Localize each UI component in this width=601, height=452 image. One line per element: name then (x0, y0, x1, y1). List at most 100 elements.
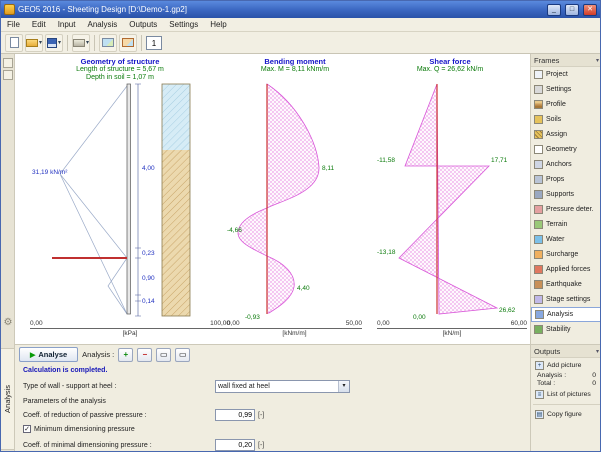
sidebar-item-earthquake[interactable]: Earthquake (531, 277, 601, 292)
sidebar-item-pressure-determination[interactable]: Pressure deter. (531, 202, 601, 217)
analysis-count-row: Analysis : 0 (537, 372, 596, 379)
new-file-button[interactable] (5, 34, 23, 52)
shear-chart-header: Shear force Max. Q = 26,62 kN/m (375, 57, 525, 74)
moment-neg-value: -4,66 (227, 227, 242, 234)
collapse-icon[interactable]: ▾ (596, 348, 599, 355)
dim-014-label: 0,14 (142, 298, 155, 305)
sidebar-item-geometry[interactable]: Geometry (531, 142, 601, 157)
moment-area (238, 84, 319, 313)
calculation-status: Calculation is completed. (23, 367, 107, 374)
copy-figure-button[interactable]: ▤ Copy figure (533, 409, 600, 420)
open-folder-icon (26, 39, 38, 47)
sidebar-item-label: Project (546, 71, 568, 78)
analysis-chart-icon (535, 310, 544, 319)
sidebar-item-label: Water (546, 236, 564, 243)
pressure-value-label: 31,19 kN/m² (32, 169, 68, 176)
stage-selector[interactable]: 1 (146, 36, 162, 50)
shear-diagram: -11,58 17,71 -13,18 26,62 0,00 (377, 82, 527, 320)
sidebar-item-label: Profile (546, 101, 566, 108)
sidebar-item-applied-forces[interactable]: Applied forces (531, 262, 601, 277)
menu-item-file[interactable]: File (1, 19, 26, 30)
list-of-pictures-button[interactable]: ≡ List of pictures (533, 389, 600, 400)
dim-090-label: 0,90 (142, 275, 155, 282)
supports-icon (534, 190, 543, 199)
sidebar-item-label: Applied forces (546, 266, 590, 273)
geometry-chart-header: Geometry of structure Length of structur… (40, 57, 200, 83)
menu-item-settings[interactable]: Settings (163, 19, 204, 30)
analyse-button-label: Analyse (38, 350, 67, 359)
sidebar-item-props[interactable]: Props (531, 172, 601, 187)
sidebar-item-soils[interactable]: Soils (531, 112, 601, 127)
add-picture-icon: + (535, 361, 544, 370)
remove-analysis-button[interactable]: − (137, 348, 152, 362)
min-dim-coeff-input[interactable] (215, 439, 255, 451)
open-file-button[interactable]: ▾ (25, 34, 43, 52)
sidebar-item-profile[interactable]: Profile (531, 97, 601, 112)
sidebar-item-analysis[interactable]: Analysis (531, 307, 601, 322)
analysis-toolbar-row: ▶ Analyse Analysis : + − ▭ ▭ (19, 347, 190, 362)
maximize-button[interactable]: □ (565, 4, 579, 16)
soil-layer-sand (162, 150, 190, 316)
gear-icon (534, 85, 543, 94)
geometry-drawing: 31,19 kN/m² 4,00 0,23 0,90 0,14 (30, 82, 230, 320)
sidebar-item-supports[interactable]: Supports (531, 187, 601, 202)
copy-picture-button[interactable] (99, 34, 117, 52)
analysis-vertical-tab[interactable]: Analysis (1, 348, 15, 450)
app-window: GEO5 2016 - Sheeting Design [D:\Demo-1.g… (0, 0, 601, 452)
stability-slope-icon (534, 325, 543, 334)
edit-tool-icon[interactable] (3, 70, 13, 80)
print-button[interactable]: ▾ (72, 34, 90, 52)
close-button[interactable]: ✕ (583, 4, 597, 16)
sidebar-item-label: Assign (546, 131, 567, 138)
add-analysis-button[interactable]: + (118, 348, 133, 362)
shear-chart-title: Shear force (375, 57, 525, 66)
sidebar-item-terrain[interactable]: Terrain (531, 217, 601, 232)
sheeting-wall (127, 84, 131, 314)
frames-panel: Frames ▾ Project Settings Profile Soils … (530, 54, 601, 344)
analysis-frame-button-2[interactable]: ▭ (175, 348, 190, 362)
sidebar-item-surcharge[interactable]: Surcharge (531, 247, 601, 262)
min-dim-pressure-row: ✓ Minimum dimensioning pressure (23, 425, 135, 433)
add-picture-button[interactable] (119, 34, 137, 52)
outputs-header-label: Outputs (534, 347, 560, 356)
total-count-row: Total : 0 (537, 380, 596, 387)
menu-item-analysis[interactable]: Analysis (81, 19, 123, 30)
force-arrow-icon (534, 265, 543, 274)
sidebar-item-label: Surcharge (546, 251, 578, 258)
chevron-down-icon: ▾ (338, 381, 349, 392)
menu-item-outputs[interactable]: Outputs (123, 19, 163, 30)
play-icon: ▶ (30, 351, 35, 359)
sidebar-item-stability[interactable]: Stability (531, 322, 601, 337)
sidebar-item-anchors[interactable]: Anchors (531, 157, 601, 172)
passive-pressure-unit: [-] (258, 412, 264, 419)
sidebar-item-project[interactable]: Project (531, 67, 601, 82)
shear-scale-bar: 0,00 60,00 [kN/m] (377, 320, 527, 342)
sidebar-item-settings[interactable]: Settings (531, 82, 601, 97)
moment-max-value: 8,11 (322, 165, 335, 172)
save-button[interactable]: ▾ (45, 34, 63, 52)
toolbar-separator (141, 35, 142, 51)
select-tool-icon[interactable] (3, 58, 13, 68)
min-dim-coeff-row: Coeff. of minimal dimensioning pressure … (23, 439, 264, 451)
passive-pressure-input[interactable] (215, 409, 255, 421)
wall-type-select[interactable]: wall fixed at heel ▾ (215, 380, 350, 393)
settings-gear-button[interactable]: ⚙ (1, 316, 15, 330)
min-dim-pressure-checkbox[interactable]: ✓ (23, 425, 31, 433)
collapse-icon[interactable]: ▾ (596, 57, 599, 64)
sidebar-item-label: Terrain (546, 221, 567, 228)
anchor-icon (534, 160, 543, 169)
menu-item-help[interactable]: Help (204, 19, 232, 30)
minimize-button[interactable]: _ (547, 4, 561, 16)
sidebar-item-stage-settings[interactable]: Stage settings (531, 292, 601, 307)
min-dim-pressure-label: Minimum dimensioning pressure (34, 426, 135, 433)
shear-scale-unit: [kN/m] (377, 330, 527, 337)
menu-item-edit[interactable]: Edit (26, 19, 52, 30)
total-count-label: Total : (537, 380, 555, 387)
menu-item-input[interactable]: Input (52, 19, 82, 30)
analyse-button[interactable]: ▶ Analyse (19, 347, 78, 362)
sidebar-item-assign[interactable]: Assign (531, 127, 601, 142)
add-picture-button[interactable]: + Add picture (533, 360, 600, 371)
sidebar-item-water[interactable]: Water (531, 232, 601, 247)
analysis-frame-button-1[interactable]: ▭ (156, 348, 171, 362)
analysis-count-value: 0 (592, 372, 596, 379)
